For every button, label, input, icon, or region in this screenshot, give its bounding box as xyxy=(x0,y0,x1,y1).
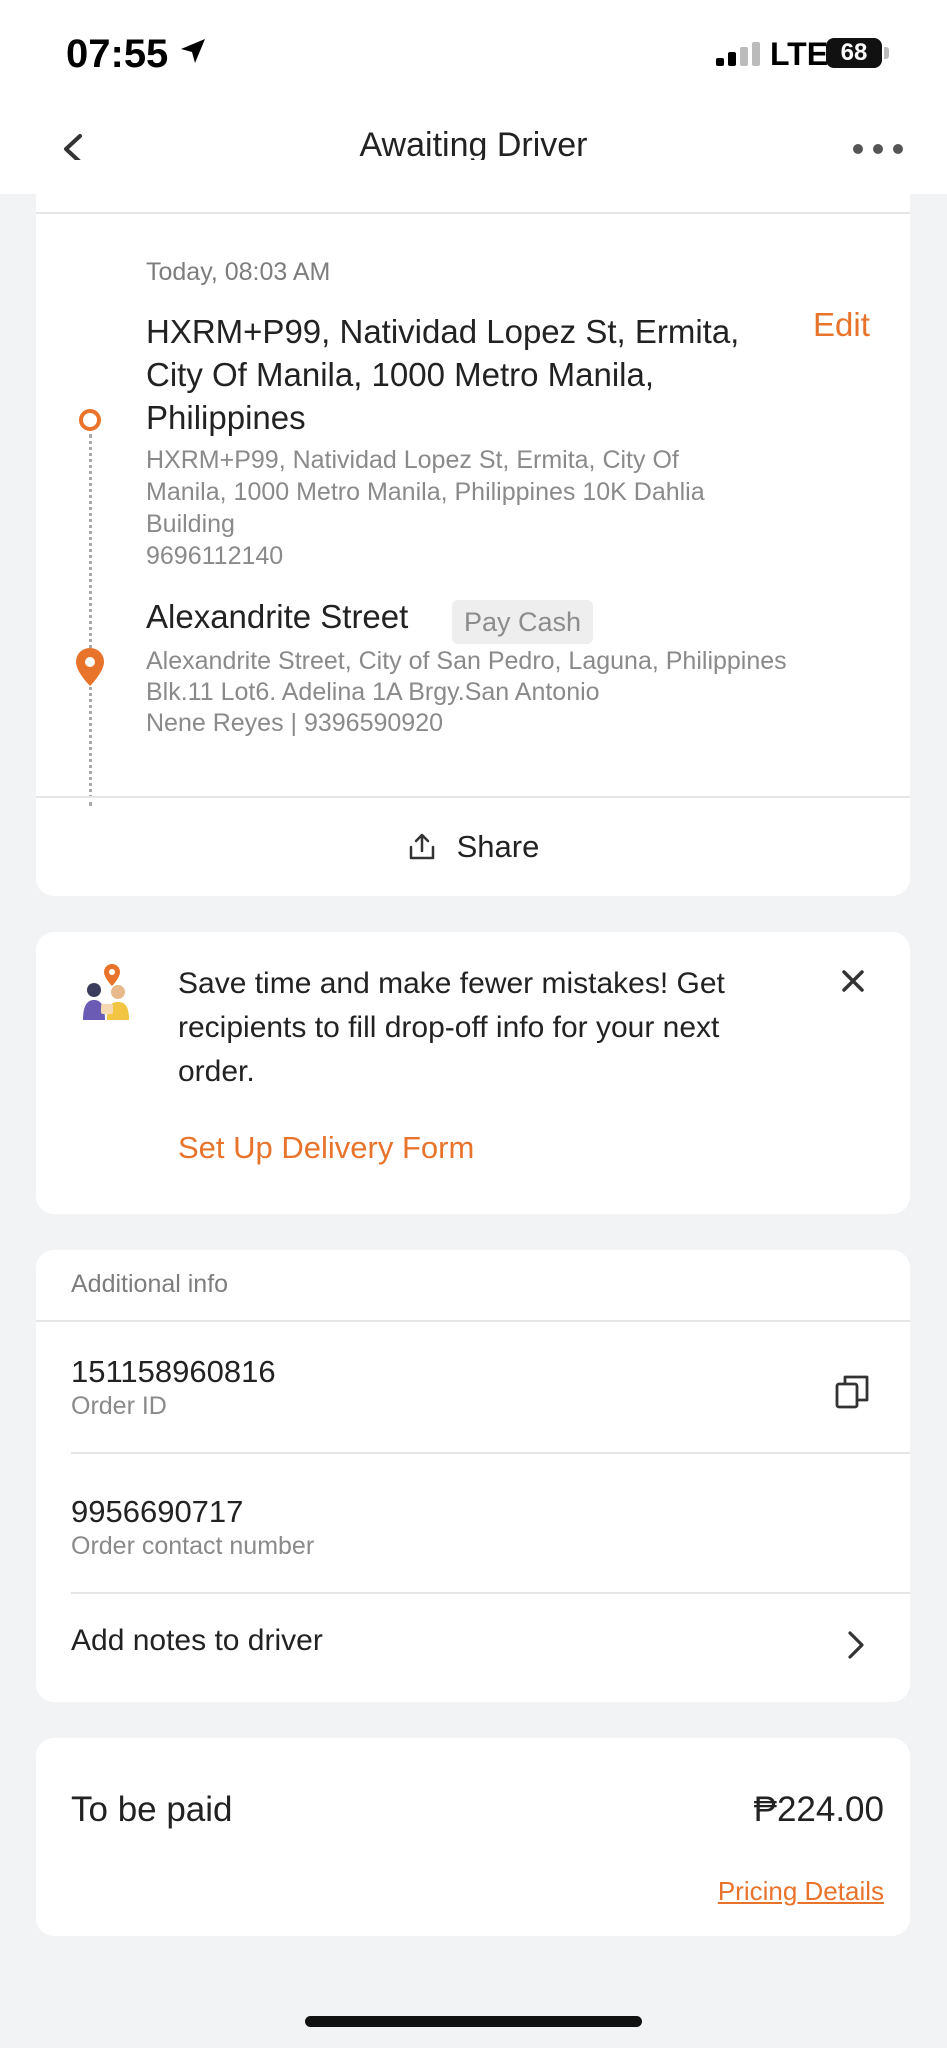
location-arrow-icon xyxy=(181,39,205,63)
chevron-right-icon xyxy=(848,1631,864,1659)
divider xyxy=(71,1452,910,1454)
dropoff-detail: Alexandrite Street, City of San Pedro, L… xyxy=(146,646,906,739)
setup-delivery-form-link[interactable]: Set Up Delivery Form xyxy=(178,1130,474,1166)
dropoff-address: Alexandrite Street, City of San Pedro, L… xyxy=(146,647,787,675)
route-connector xyxy=(89,434,92,806)
promo-card: Save time and make fewer mistakes! Get r… xyxy=(36,932,910,1214)
contact-number-value: 9956690717 xyxy=(71,1494,244,1529)
share-button[interactable]: Share xyxy=(36,798,910,896)
order-id-label: Order ID xyxy=(71,1392,167,1420)
to-be-paid-label: To be paid xyxy=(71,1790,233,1829)
network-type: LTE xyxy=(770,36,829,72)
dropoff-pin-icon xyxy=(76,648,104,686)
route-card: Today, 08:03 AM Edit HXRM+P99, Natividad… xyxy=(36,160,910,896)
add-notes-label: Add notes to driver xyxy=(71,1624,323,1657)
status-time: 07:55 xyxy=(66,32,169,76)
add-notes-row[interactable]: Add notes to driver xyxy=(36,1594,910,1694)
share-icon xyxy=(409,833,434,860)
dropoff-contact: Nene Reyes | 9396590920 xyxy=(146,709,443,737)
delivery-illustration-icon xyxy=(83,964,129,1020)
divider xyxy=(36,1320,910,1322)
contact-number-label: Order contact number xyxy=(71,1532,315,1560)
dropoff-title: Alexandrite Street xyxy=(146,598,409,635)
scheduled-time: Today, 08:03 AM xyxy=(146,258,331,286)
share-label: Share xyxy=(456,829,540,864)
payment-card: To be paid ₱224.00 Pricing Details xyxy=(36,1738,910,1936)
signal-icon xyxy=(716,42,760,66)
dropoff-address-detail: Blk.11 Lot6. Adelina 1A Brgy.San Antonio xyxy=(146,678,600,706)
order-id-value: 151158960816 xyxy=(71,1354,276,1389)
edit-button[interactable]: Edit xyxy=(813,306,870,344)
payment-badge: Pay Cash xyxy=(452,600,594,644)
close-icon[interactable] xyxy=(838,966,868,996)
section-header: Additional info xyxy=(71,1270,229,1298)
pricing-details-link[interactable]: Pricing Details xyxy=(718,1876,884,1907)
copy-icon[interactable] xyxy=(834,1374,870,1410)
status-bar: 07:55 LTE 68 xyxy=(0,0,947,108)
battery-icon: 68 xyxy=(826,38,882,68)
pickup-address-line: Building xyxy=(146,510,235,538)
pickup-title: HXRM+P99, Natividad Lopez St, Ermita, Ci… xyxy=(146,313,740,436)
pickup-detail: HXRM+P99, Natividad Lopez St, Ermita, Ci… xyxy=(146,444,866,572)
battery-tip xyxy=(884,47,889,59)
promo-text: Save time and make fewer mistakes! Get r… xyxy=(178,967,725,1088)
pickup-dot-icon xyxy=(79,409,101,431)
payment-amount: ₱224.00 xyxy=(753,1790,884,1829)
divider xyxy=(36,212,910,214)
home-indicator[interactable] xyxy=(305,2016,642,2027)
additional-info-card: Additional info 151158960816 Order ID 99… xyxy=(36,1250,910,1702)
pickup-address-line: Manila, 1000 Metro Manila, Philippines 1… xyxy=(146,478,705,506)
pickup-address-line: HXRM+P99, Natividad Lopez St, Ermita, Ci… xyxy=(146,446,679,474)
pickup-phone: 9696112140 xyxy=(146,542,284,570)
